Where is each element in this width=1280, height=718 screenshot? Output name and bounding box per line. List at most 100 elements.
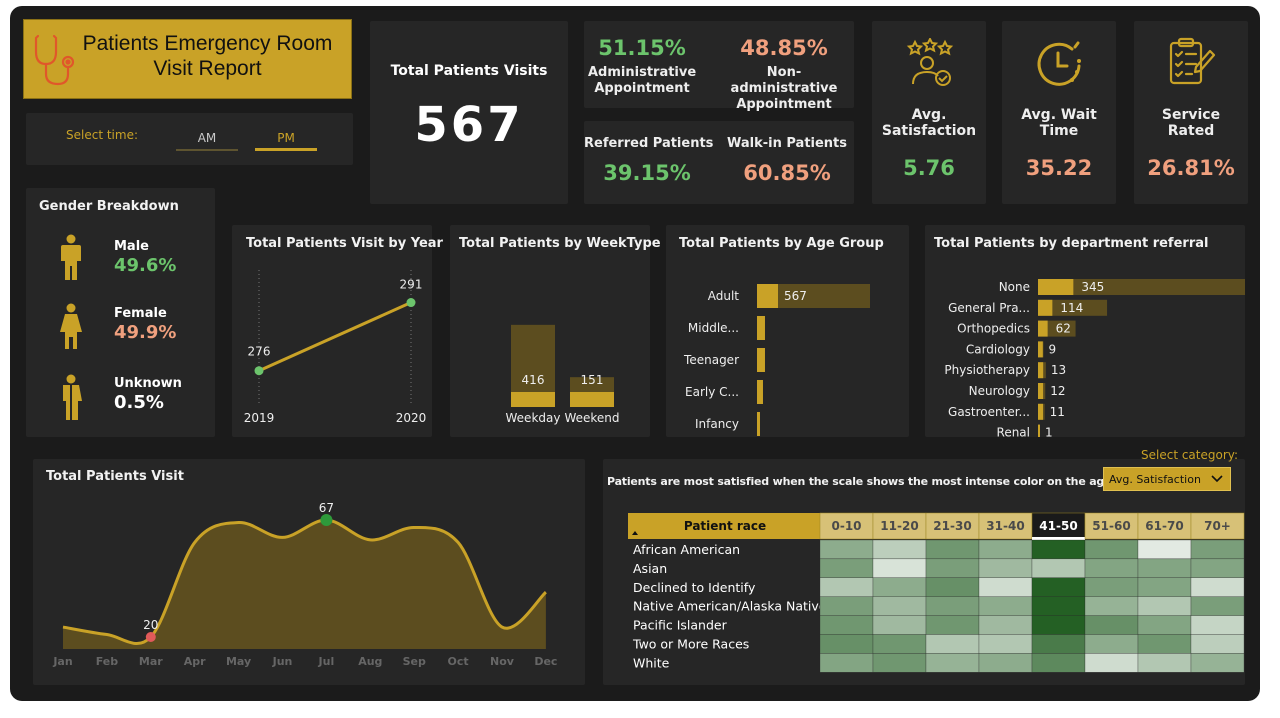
age-category-label: Early C... — [685, 385, 739, 399]
nonadmin-appointment-pct: 48.85% — [740, 36, 828, 60]
monthly-annotation-label: 20 — [143, 618, 158, 632]
gender-female-label: Female — [114, 306, 167, 321]
weektype-bar-base — [511, 392, 555, 407]
service-rated-card: Service Rated 26.81% — [1134, 21, 1248, 204]
heatmap-row-header: Patient race — [684, 519, 766, 533]
category-filter-label: Select category: — [1141, 448, 1239, 462]
heatmap-cell — [1031, 653, 1086, 673]
nonadmin-appointment-label: Non- administrative Appointment — [730, 65, 838, 112]
heatmap-column-header: 61-70 — [1145, 519, 1183, 533]
heatmap-cell — [925, 577, 980, 597]
category-dropdown[interactable]: Avg. Satisfaction — [1103, 467, 1231, 491]
age-category-label: Adult — [708, 289, 740, 303]
walkin-label: Walk-in Patients — [726, 136, 848, 151]
department-value-label: 345 — [1081, 280, 1104, 294]
heatmap-column-header: 51-60 — [1092, 519, 1130, 533]
heatmap-cell — [819, 539, 874, 560]
title-banner: Patients Emergency Room Visit Report — [23, 19, 352, 99]
heatmap-cell — [925, 615, 980, 635]
department-category-label: Neurology — [969, 384, 1030, 398]
age-bar-accent — [757, 380, 763, 404]
heatmap-cell — [1084, 653, 1139, 673]
department-value-label: 1 — [1045, 426, 1053, 437]
heatmap-column-header: 11-20 — [880, 519, 918, 533]
satisfaction-value: 5.76 — [903, 156, 955, 180]
time-filter-panel: Select time: AM PM — [26, 113, 353, 165]
month-tick-label: Aug — [358, 655, 382, 668]
satisfaction-heatmap: Patient race 0-10 11-20 21-30 31-40 41-50 51-6… — [628, 512, 1245, 673]
heatmap-row-label: White — [633, 655, 670, 670]
month-tick-label: Jun — [272, 655, 293, 668]
heatmap-column-header: 21-30 — [933, 519, 971, 533]
department-category-label: General Pra... — [948, 301, 1030, 315]
age-bar-accent — [757, 316, 765, 340]
total-visits-card: Total Patients Visits 567 — [370, 21, 568, 204]
heatmap-row-label: Asian — [633, 561, 667, 576]
satisfaction-stars-icon — [905, 38, 955, 88]
heatmap-cell — [1137, 634, 1192, 654]
year-tick-label: 2019 — [244, 411, 275, 425]
heatmap-cell — [978, 615, 1033, 635]
heatmap-row-label: Declined to Identify — [633, 580, 756, 595]
appointment-card: 51.15% Administrative Appointment 48.85%… — [584, 21, 854, 112]
heatmap-cell — [925, 653, 980, 673]
age-category-label: Teenager — [683, 353, 739, 367]
department-category-label: Gastroenter... — [948, 405, 1030, 419]
department-referral-panel: Total Patients by department referral No… — [925, 225, 1245, 437]
monthly-annotation-label: 67 — [319, 501, 334, 515]
heatmap-cell — [819, 615, 874, 635]
age-bar-accent — [757, 284, 778, 308]
heatmap-cell — [1031, 558, 1086, 578]
monthly-visits-panel: Total Patients Visit Jan Feb Mar Apr May Jun J… — [33, 459, 585, 685]
heatmap-cell — [978, 596, 1033, 616]
gender-male-label: Male — [114, 239, 149, 254]
heatmap-row-label: Pacific Islander — [633, 618, 728, 633]
time-option-am[interactable]: AM — [176, 127, 238, 151]
wait-time-value: 35.22 — [1025, 156, 1093, 180]
heatmap-cell — [872, 615, 927, 635]
heatmap-cell — [1084, 615, 1139, 635]
service-rated-label: Service Rated — [1161, 107, 1221, 139]
heatmap-column-header: 70+ — [1204, 519, 1231, 533]
time-option-am-label: AM — [197, 131, 217, 145]
heatmap-cell — [1190, 558, 1245, 578]
monthly-marker — [145, 632, 156, 642]
chevron-down-icon — [1211, 474, 1223, 484]
heatmap-cell — [1031, 634, 1086, 654]
weektype-value-label: 151 — [581, 373, 604, 387]
admin-appointment-label: Administrative Appointment — [588, 65, 697, 96]
walkin-pct: 60.85% — [743, 161, 831, 185]
heatmap-cell — [1084, 634, 1139, 654]
referred-pct: 39.15% — [603, 161, 691, 185]
department-bar-accent — [1038, 279, 1074, 295]
clipboard-checklist-icon — [1166, 37, 1216, 89]
heatmap-cell — [1031, 539, 1086, 560]
department-category-label: Renal — [997, 426, 1030, 437]
heatmap-cell — [978, 558, 1033, 578]
admin-appointment-pct: 51.15% — [598, 36, 686, 60]
service-rated-value: 26.81% — [1147, 156, 1235, 180]
department-bar-accent — [1038, 383, 1044, 399]
heatmap-row-label: Two or More Races — [632, 637, 749, 652]
year-line — [258, 301, 412, 373]
department-bar-accent — [1038, 299, 1053, 316]
female-person-icon — [59, 303, 83, 351]
category-dropdown-value: Avg. Satisfaction — [1109, 473, 1201, 486]
department-bar-accent — [1038, 403, 1043, 420]
month-tick-label: Apr — [184, 655, 206, 668]
wait-time-card: Avg. Wait Time 35.22 — [1002, 21, 1116, 204]
heatmap-cell — [978, 653, 1033, 673]
heatmap-panel: Patients are most satisfied when the sca… — [603, 459, 1245, 685]
heatmap-cell — [819, 634, 874, 654]
age-category-label: Infancy — [695, 417, 739, 431]
time-option-pm[interactable]: PM — [255, 127, 317, 151]
heatmap-cell — [1190, 596, 1245, 616]
heatmap-column-header: 31-40 — [986, 519, 1024, 533]
weektype-category-label: Weekend — [564, 411, 619, 425]
heatmap-cell — [1031, 596, 1086, 616]
heatmap-cell — [1190, 634, 1245, 654]
heatmap-cell — [872, 539, 927, 560]
page-title: Patients Emergency Room Visit Report — [82, 32, 333, 80]
month-tick-label: Oct — [448, 655, 469, 668]
heatmap-cell — [1137, 539, 1192, 560]
